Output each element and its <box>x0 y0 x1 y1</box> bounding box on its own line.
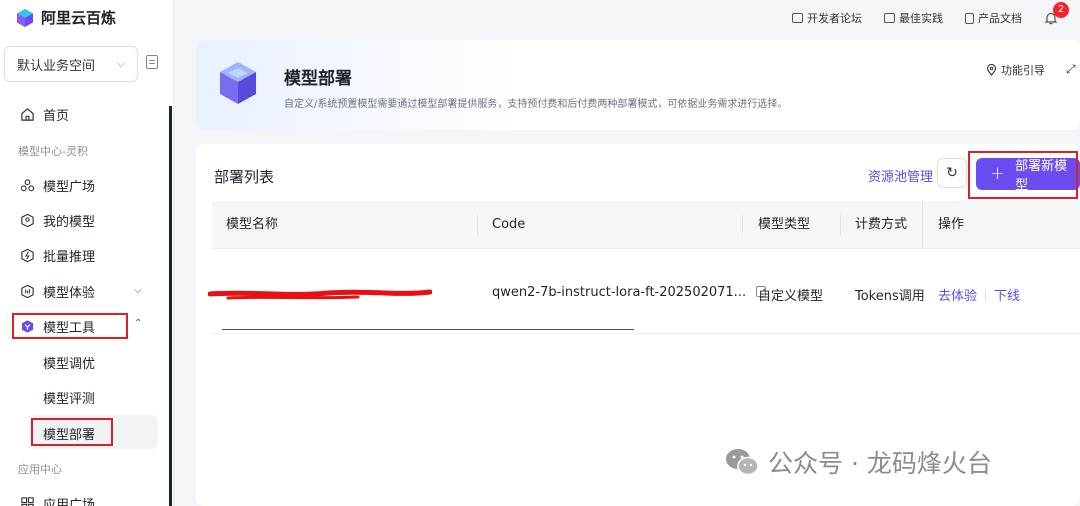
column-header-type: 模型类型 <box>758 217 811 232</box>
column-header-code: Code <box>492 217 526 232</box>
image-icon <box>884 13 895 23</box>
product-docs-label: 产品文档 <box>978 12 1022 25</box>
app-square-icon <box>20 496 35 506</box>
column-divider <box>922 201 923 249</box>
sidebar-item-model-experience[interactable]: 模型体验 <box>20 282 95 301</box>
column-header-name: 模型名称 <box>226 217 279 232</box>
developer-forum-label: 开发者论坛 <box>807 12 862 25</box>
workspace-select[interactable]: 默认业务空间 ⌵ <box>4 46 138 82</box>
sidebar-item-home[interactable]: 首页 <box>20 105 69 124</box>
refresh-button[interactable]: ↻ <box>937 158 967 188</box>
sidebar: 阿里云百炼 默认业务空间 ⌵ 首页 模型中心-灵积 模型广场 我的模型 批量推理 <box>0 0 174 506</box>
best-practice-link[interactable]: 最佳实践 <box>884 10 943 26</box>
column-divider <box>477 215 478 235</box>
document-icon <box>965 12 974 24</box>
best-practice-label: 最佳实践 <box>899 12 943 25</box>
sidebar-subitem-model-tuning[interactable]: 模型调优 <box>43 353 95 372</box>
feature-guide-label: 功能引导 <box>1001 64 1045 77</box>
offline-link[interactable]: 下线 <box>994 289 1020 304</box>
sidebar-item-model-square[interactable]: 模型广场 <box>20 176 95 195</box>
model-square-icon <box>20 178 35 193</box>
action-divider <box>985 290 987 301</box>
column-header-actions: 操作 <box>938 217 965 232</box>
app-logo[interactable]: 阿里云百炼 <box>15 7 116 28</box>
sidebar-subitem-model-evaluation[interactable]: 模型评测 <box>43 388 95 407</box>
home-icon <box>20 107 35 122</box>
location-pin-icon <box>986 64 997 76</box>
actions-cell: 去体验 下线 <box>938 285 1020 304</box>
deployment-cube-icon <box>220 62 256 104</box>
feature-guide-button[interactable]: 功能引导 <box>986 62 1045 78</box>
table-header: 模型名称 Code 模型类型 计费方式 操作 <box>212 201 1080 249</box>
sidebar-item-label: 首页 <box>43 109 70 124</box>
column-divider <box>742 215 743 235</box>
chevron-down-icon: ⌵ <box>116 57 125 70</box>
page-title: 模型部署 <box>284 69 352 89</box>
workspace-value: 默认业务空间 <box>17 58 96 74</box>
wechat-watermark: 公众号 · 龙码烽火台 <box>724 444 992 480</box>
sidebar-item-label: 批量推理 <box>43 250 96 265</box>
column-divider <box>840 215 841 235</box>
model-code: qwen2-7b-instruct-lora-ft-202502071... <box>492 285 747 300</box>
product-docs-link[interactable]: 产品文档 <box>965 10 1022 26</box>
chevron-up-icon[interactable]: ⌃ <box>134 318 142 329</box>
sidebar-item-app-square[interactable]: 应用广场 <box>20 494 95 506</box>
sidebar-item-label: 我的模型 <box>43 215 96 230</box>
sidebar-item-my-models[interactable]: 我的模型 <box>20 211 95 230</box>
billing-cell: Tokens调用计 <box>855 289 925 304</box>
my-models-icon <box>20 213 35 228</box>
refresh-icon: ↻ <box>946 165 958 181</box>
page-description: 自定义/系统预置模型需要通过模型部署提供服务，支持预付费和后付费两种部署模式，可… <box>284 99 788 110</box>
chevron-down-icon[interactable]: ⌵ <box>134 285 142 296</box>
notification-badge: 2 <box>1053 2 1069 18</box>
code-cell: qwen2-7b-instruct-lora-ft-202502071... <box>492 285 767 300</box>
notification-button[interactable]: 2 <box>1044 2 1069 25</box>
sidebar-item-batch-inference[interactable]: 批量推理 <box>20 246 95 265</box>
try-model-link[interactable]: 去体验 <box>938 289 977 304</box>
sidebar-item-label: 模型广场 <box>43 180 96 195</box>
highlight-box-model-tools <box>12 313 128 339</box>
top-bar: 开发者论坛 最佳实践 产品文档 2 <box>175 0 1080 36</box>
bailian-logo-icon <box>17 8 33 27</box>
nav-group-model-center: 模型中心-灵积 <box>18 145 88 158</box>
nav-group-app-center: 应用中心 <box>18 463 62 476</box>
forum-icon <box>792 13 803 23</box>
app-name: 阿里云百炼 <box>41 9 117 27</box>
batch-inference-icon <box>20 248 35 263</box>
sidebar-scrollbar[interactable] <box>169 106 172 506</box>
annotation-underline <box>222 329 634 330</box>
expand-icon[interactable]: ⤢ <box>1066 62 1076 77</box>
page-header: 模型部署 自定义/系统预置模型需要通过模型部署提供服务，支持预付费和后付费两种部… <box>196 40 1080 130</box>
table-row: qwen2-7b-instruct-lora-ft-202502071... 自… <box>208 250 1080 334</box>
document-icon[interactable] <box>146 55 158 69</box>
redaction-mark <box>208 289 432 300</box>
resource-pool-link[interactable]: 资源池管理 <box>868 166 933 185</box>
model-type-cell: 自定义模型 <box>758 289 824 304</box>
model-experience-icon <box>20 284 35 299</box>
section-title: 部署列表 <box>214 168 275 186</box>
sidebar-item-label: 模型体验 <box>43 286 96 301</box>
developer-forum-link[interactable]: 开发者论坛 <box>792 10 862 26</box>
highlight-box-model-deployment <box>31 418 113 446</box>
wechat-icon <box>726 449 759 476</box>
highlight-box-deploy-button <box>968 151 1078 199</box>
sidebar-item-label: 应用广场 <box>43 498 96 506</box>
column-header-billing: 计费方式 <box>855 217 908 232</box>
watermark-text: 公众号 · 龙码烽火台 <box>768 449 992 478</box>
